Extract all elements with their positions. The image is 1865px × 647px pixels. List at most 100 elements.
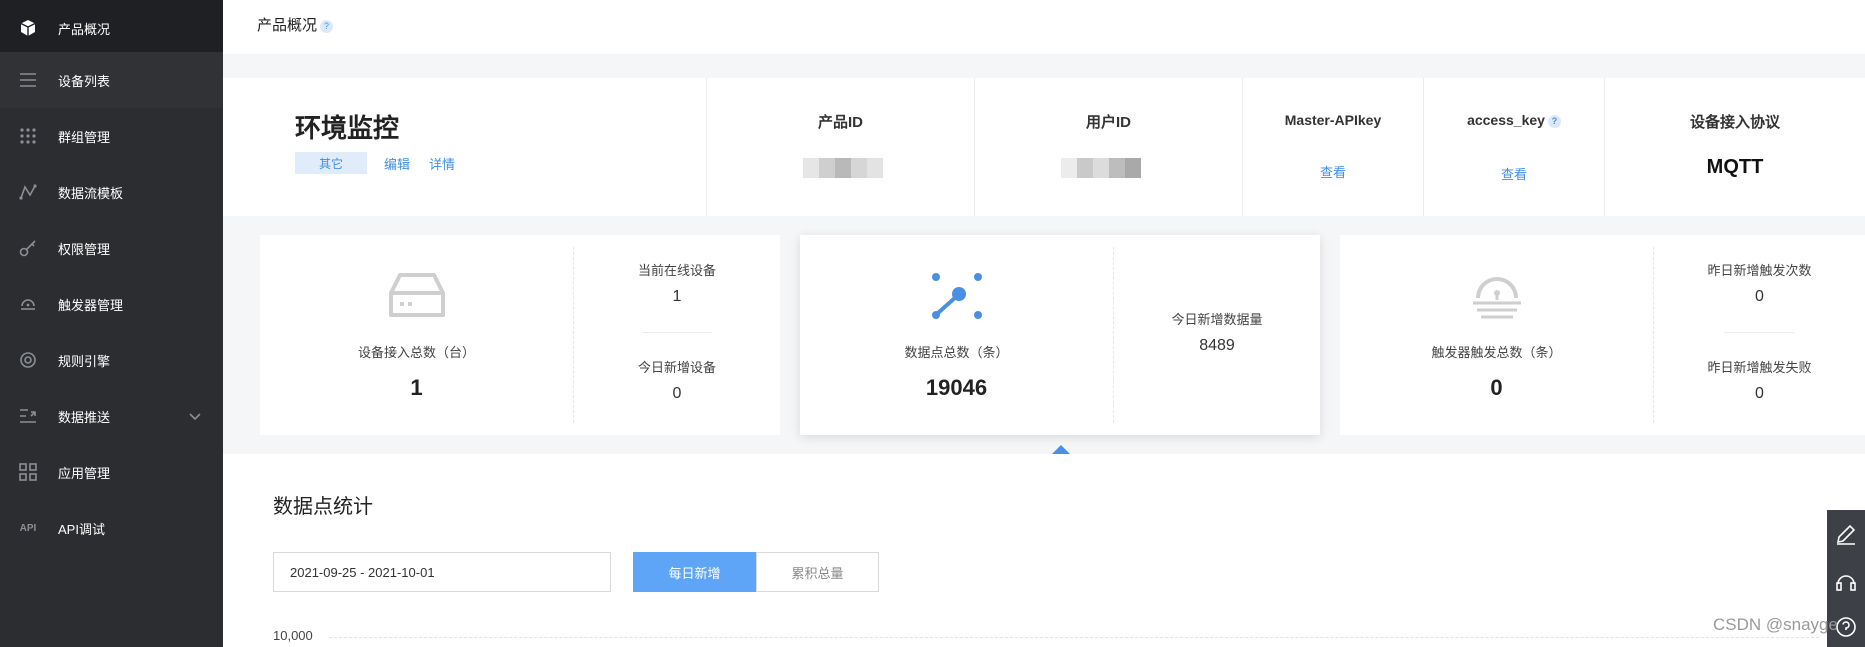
master-apikey-label: Master-APIkey [1284,112,1382,128]
datapoints-stat-card[interactable]: 数据点总数（条） 19046 今日新增数据量 8489 [800,235,1320,435]
selected-card-pointer [1052,445,1070,454]
api-icon: API [19,522,37,534]
triggers-total-label: 触发器触发总数（条） [1431,345,1562,360]
push-icon [18,406,38,426]
protocol-column: 设备接入协议 MQTT [1605,78,1865,216]
sidebar-item-apps[interactable]: 应用管理 [0,444,223,500]
divider [1724,332,1794,333]
sidebar-item-api[interactable]: API API调试 [0,500,223,556]
new-devices-value: 0 [672,385,682,402]
datapoint-stats-panel: 数据点统计 2021-09-25 - 2021-10-01 每日新增 累积总量 … [223,454,1865,647]
datapoints-side-section: 今日新增数据量 8489 [1114,235,1320,435]
sidebar-item-label: 群组管理 [58,129,111,145]
datapoints-total-section: 数据点总数（条） 19046 [800,235,1113,435]
page-title-text: 产品概况 [257,17,318,34]
devices-stat-card[interactable]: 设备接入总数（台） 1 当前在线设备 1 今日新增设备 0 [260,235,780,435]
apps-icon [18,462,38,482]
sidebar-item-devices[interactable]: 设备列表 [0,52,223,108]
devices-side-section: 当前在线设备 1 今日新增设备 0 [574,235,780,435]
detail-link[interactable]: 详情 [429,154,455,173]
access-key-label: access_key [1467,112,1545,128]
user-id-column: 用户ID [975,78,1242,216]
product-info-panel: 环境监控 其它 编辑 详情 产品ID 用户ID Master-APIkey 查看… [223,78,1865,216]
target-icon [18,350,38,370]
datapoints-icon [800,271,1113,321]
new-datapoints-label: 今日新增数据量 [1171,312,1263,327]
new-devices-label: 今日新增设备 [637,360,716,375]
product-id-column: 产品ID [707,78,974,216]
sidebar-item-groups[interactable]: 群组管理 [0,108,223,164]
protocol-label: 设备接入协议 [1689,114,1780,131]
section-title: 数据点统计 [273,496,373,518]
sidebar-item-rules[interactable]: 规则引擎 [0,332,223,388]
devices-total-label: 设备接入总数（台） [357,345,475,360]
sidebar-item-templates[interactable]: 数据流模板 [0,164,223,220]
sidebar-item-label: 应用管理 [58,465,111,481]
trigger-icon [1340,271,1653,319]
watermark: CSDN @snayge [1713,615,1838,634]
protocol-value: MQTT [1706,156,1764,178]
sidebar-item-label: 产品概况 [58,21,111,37]
sidebar-item-label: 数据流模板 [58,185,124,201]
sidebar-item-push[interactable]: 数据推送 [0,388,223,444]
sidebar-item-triggers[interactable]: 触发器管理 [0,276,223,332]
new-datapoints-value: 8489 [1199,337,1235,354]
user-id-value-redacted [1061,158,1141,178]
divider [642,332,712,333]
sidebar: 产品概况 设备列表 群组管理 数据流模板 权限管理 触发器管理 规则引擎 数据推… [0,0,223,647]
yesterday-triggers-label: 昨日新增触发次数 [1707,263,1812,278]
date-range-input[interactable]: 2021-09-25 - 2021-10-01 [273,552,611,592]
tab-daily-new[interactable]: 每日新增 [633,552,756,592]
sidebar-item-overview[interactable]: 产品概况 [0,0,223,56]
device-icon [260,271,573,319]
sidebar-item-label: 权限管理 [58,241,111,257]
triggers-stat-card[interactable]: 触发器触发总数（条） 0 昨日新增触发次数 0 昨日新增触发失败 0 [1340,235,1865,435]
yesterday-fail-value: 0 [1755,385,1764,402]
trend-icon [18,182,38,202]
y-axis-tick: 10,000 [273,628,313,643]
edit-icon[interactable] [1827,510,1865,558]
product-id-value-redacted [803,158,883,178]
datapoints-total-label: 数据点总数（条） [904,345,1009,360]
yesterday-triggers-value: 0 [1755,288,1764,305]
trigger-icon [18,294,38,314]
product-name: 环境监控 [295,113,400,143]
triggers-total-section: 触发器触发总数（条） 0 [1340,235,1653,435]
access-key-column: access_key? 查看 [1424,78,1604,216]
triggers-side-section: 昨日新增触发次数 0 昨日新增触发失败 0 [1654,235,1865,435]
online-devices-label: 当前在线设备 [637,263,716,278]
sidebar-item-label: 数据推送 [58,409,111,425]
main-content: 产品概况? 环境监控 其它 编辑 详情 产品ID 用户ID Master-API… [223,0,1865,647]
list-icon [18,70,38,90]
sidebar-item-label: API调试 [58,521,105,537]
triggers-total-value: 0 [1490,375,1503,400]
top-bar: 产品概况? [223,0,1865,54]
sidebar-item-permissions[interactable]: 权限管理 [0,220,223,276]
sidebar-item-label: 设备列表 [58,73,111,89]
grid-dots-icon [18,126,38,146]
chevron-down-icon[interactable] [189,409,201,424]
cube-icon [18,18,38,38]
master-apikey-column: Master-APIkey 查看 [1243,78,1423,216]
headset-icon[interactable] [1827,558,1865,606]
key-icon [18,238,38,258]
view-access-key-link[interactable]: 查看 [1424,164,1604,183]
category-tag: 其它 [295,152,367,174]
devices-total-section: 设备接入总数（台） 1 [260,235,573,435]
tab-cumulative-total[interactable]: 累积总量 [756,552,879,592]
access-key-header: access_key? [1424,112,1604,128]
user-id-label: 用户ID [1085,114,1131,131]
view-master-apikey-link[interactable]: 查看 [1243,162,1423,181]
help-icon[interactable]: ? [320,19,334,33]
edit-link[interactable]: 编辑 [384,154,410,173]
chart-gridline [329,637,1819,638]
devices-total-value: 1 [410,375,423,400]
yesterday-fail-label: 昨日新增触发失败 [1707,360,1812,375]
datapoints-total-value: 19046 [925,375,988,400]
product-id-label: 产品ID [817,114,863,131]
sidebar-item-label: 触发器管理 [58,297,124,313]
sidebar-item-label: 规则引擎 [58,353,111,369]
page-title: 产品概况? [257,14,334,35]
online-devices-value: 1 [672,288,682,305]
help-icon[interactable]: ? [1547,114,1561,128]
